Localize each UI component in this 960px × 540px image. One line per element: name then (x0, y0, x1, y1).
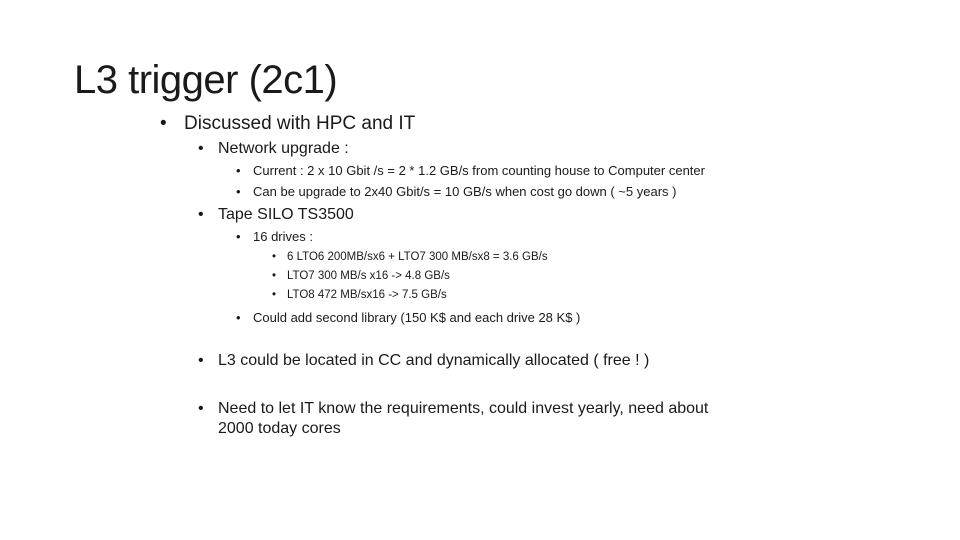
bullet-icon: • (198, 352, 204, 369)
bullet-text: Discussed with HPC and IT (184, 113, 416, 134)
bullet-icon: • (272, 270, 277, 282)
bullet-item: • LTO8 472 MB/sx16 -> 7.5 GB/s (272, 289, 447, 301)
bullet-text-continuation: 2000 today cores (218, 420, 341, 437)
bullet-icon: • (198, 206, 204, 223)
bullet-icon: • (236, 163, 241, 178)
bullet-text: Current : 2 x 10 Gbit /s = 2 * 1.2 GB/s … (253, 163, 705, 178)
bullet-item: • L3 could be located in CC and dynamica… (198, 352, 649, 370)
bullet-icon: • (272, 289, 277, 301)
bullet-text: Network upgrade : (218, 140, 349, 157)
bullet-item: • Current : 2 x 10 Gbit /s = 2 * 1.2 GB/… (236, 163, 705, 178)
bullet-item: • Could add second library (150 K$ and e… (236, 310, 580, 325)
bullet-text: 6 LTO6 200MB/sx6 + LTO7 300 MB/sx8 = 3.6… (287, 251, 548, 263)
bullet-text: Need to let IT know the requirements, co… (218, 400, 709, 417)
bullet-text: Could add second library (150 K$ and eac… (253, 310, 581, 325)
bullet-text: Can be upgrade to 2x40 Gbit/s = 10 GB/s … (253, 184, 677, 199)
bullet-icon: • (272, 251, 277, 263)
bullet-item: • 16 drives : (236, 229, 313, 244)
bullet-text: L3 could be located in CC and dynamicall… (218, 352, 650, 369)
bullet-icon: • (236, 310, 241, 325)
bullet-icon: • (198, 140, 204, 157)
bullet-item: • Discussed with HPC and IT (160, 113, 415, 135)
slide-title: L3 trigger (2c1) (74, 58, 338, 102)
bullet-icon: • (236, 184, 241, 199)
bullet-text: 16 drives : (253, 229, 313, 244)
bullet-item: • LTO7 300 MB/s x16 -> 4.8 GB/s (272, 270, 450, 282)
bullet-item: • 6 LTO6 200MB/sx6 + LTO7 300 MB/sx8 = 3… (272, 251, 548, 263)
bullet-text: LTO8 472 MB/sx16 -> 7.5 GB/s (287, 289, 447, 301)
bullet-text: LTO7 300 MB/s x16 -> 4.8 GB/s (287, 270, 450, 282)
bullet-icon: • (160, 113, 167, 134)
bullet-icon: • (236, 229, 241, 244)
bullet-text: Tape SILO TS3500 (218, 206, 354, 223)
bullet-icon: • (198, 400, 204, 417)
bullet-item: • Need to let IT know the requirements, … (198, 400, 708, 418)
bullet-item: • Tape SILO TS3500 (198, 206, 354, 224)
bullet-item: • Can be upgrade to 2x40 Gbit/s = 10 GB/… (236, 184, 676, 199)
bullet-item: • Network upgrade : (198, 140, 349, 158)
